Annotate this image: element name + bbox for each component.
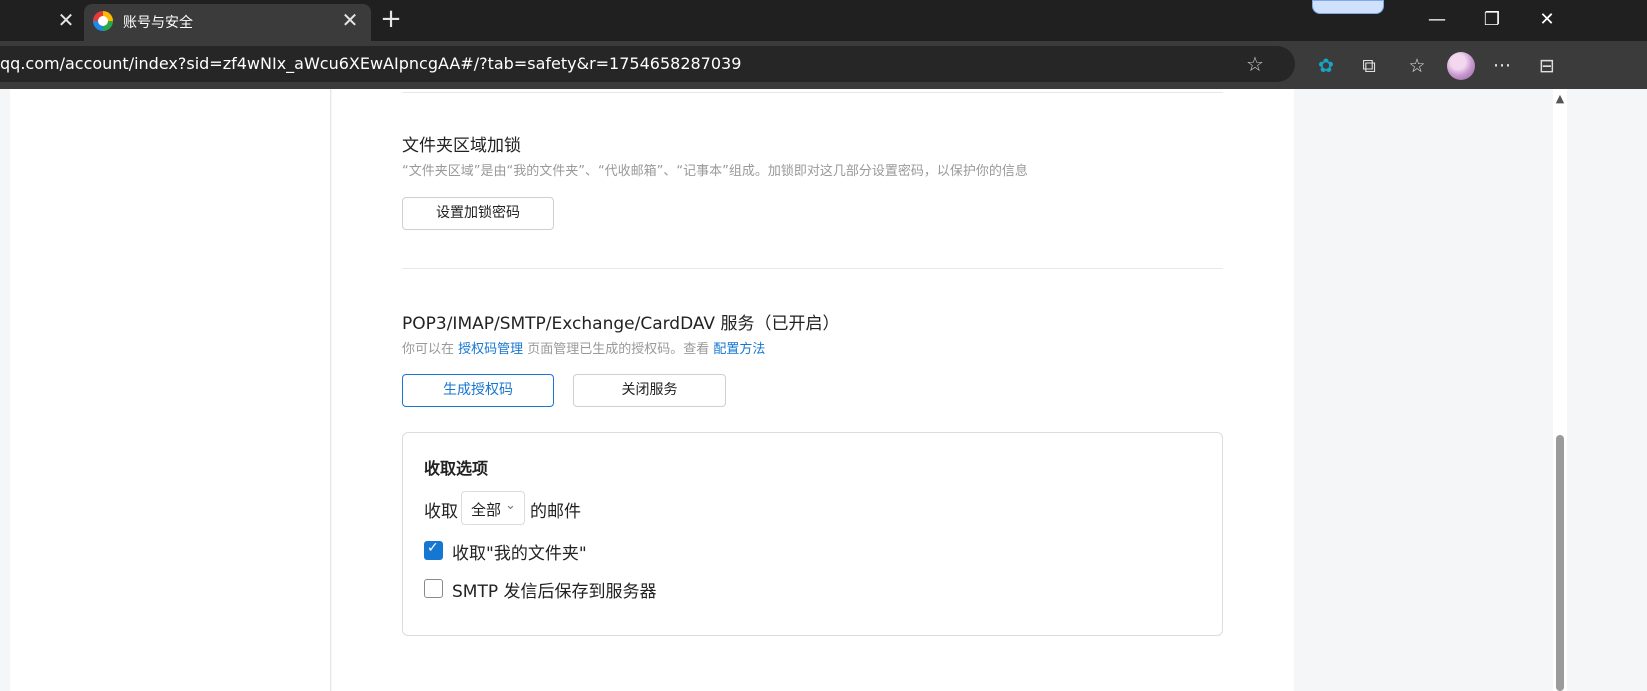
pop3-service-title: POP3/IMAP/SMTP/Exchange/CardDAV 服务（已开启） <box>402 314 840 334</box>
section-divider <box>402 268 1223 269</box>
receive-prefix-label: 收取 <box>424 502 458 522</box>
tab-close-icon[interactable]: ✕ <box>338 8 362 32</box>
active-tab[interactable]: 账号与安全 ✕ <box>84 4 371 41</box>
browser-toolbar: qq.com/account/index?sid=zf4wNIx_aWcu6XE… <box>0 41 1647 89</box>
set-lock-password-button[interactable]: 设置加锁密码 <box>402 197 554 230</box>
minimize-button[interactable]: — <box>1422 6 1452 34</box>
pop3-desc-prefix: 你可以在 <box>402 342 459 357</box>
profile-avatar[interactable] <box>1447 52 1475 80</box>
favorites-list-icon[interactable]: ☆ <box>1404 53 1430 79</box>
folder-lock-title: 文件夹区域加锁 <box>402 136 521 156</box>
previous-tab[interactable]: ✕ <box>0 0 84 41</box>
checkmark-icon: ✓ <box>427 540 439 556</box>
scrollbar-thumb[interactable] <box>1556 435 1564 691</box>
address-url[interactable]: qq.com/account/index?sid=zf4wNIx_aWcu6XE… <box>0 54 741 73</box>
left-navigation-area <box>10 89 331 691</box>
page-scrollbar[interactable]: ▲ <box>1553 89 1567 691</box>
address-bar[interactable]: qq.com/account/index?sid=zf4wNIx_aWcu6XE… <box>0 46 1295 82</box>
page-viewport: 文件夹区域加锁 “文件夹区域”是由“我的文件夹”、“代收邮箱”、“记事本”组成。… <box>0 89 1647 691</box>
close-service-button[interactable]: 关闭服务 <box>573 374 726 407</box>
auth-code-management-link[interactable]: 授权码管理 <box>458 342 523 357</box>
pop3-service-description: 你可以在 授权码管理 页面管理已生成的授权码。查看 配置方法 <box>402 338 765 357</box>
smtp-save-to-server-label[interactable]: SMTP 发信后保存到服务器 <box>452 577 657 602</box>
browser-settings-gear-icon[interactable]: ✿ <box>1313 53 1339 79</box>
browser-title-bar: ✕ 账号与安全 ✕ + — ❐ ✕ <box>0 0 1647 41</box>
new-tab-button[interactable]: + <box>377 6 405 34</box>
scroll-up-arrow-icon[interactable]: ▲ <box>1555 93 1565 104</box>
receive-scope-select[interactable]: 全部 ⌄ <box>461 491 525 525</box>
receive-options-title: 收取选项 <box>424 459 489 478</box>
section-divider <box>402 92 1223 93</box>
extensions-icon[interactable]: ⧉ <box>1356 53 1382 79</box>
top-notification-pill[interactable] <box>1312 0 1384 14</box>
qq-mail-favicon-icon <box>93 11 113 31</box>
receive-options-panel: 收取选项 收取 全部 ⌄ 的邮件 ✓ 收取"我的文件夹" SMTP 发信后保存到… <box>402 432 1223 636</box>
config-method-link[interactable]: 配置方法 <box>713 342 765 357</box>
tab-title: 账号与安全 <box>123 15 193 31</box>
restore-button[interactable]: ❐ <box>1477 6 1507 34</box>
close-window-button[interactable]: ✕ <box>1532 6 1562 34</box>
receive-my-folder-label[interactable]: 收取"我的文件夹" <box>452 539 587 564</box>
folder-lock-description: “文件夹区域”是由“我的文件夹”、“代收邮箱”、“记事本”组成。加锁即对这几部分… <box>402 164 1028 179</box>
account-security-content: 文件夹区域加锁 “文件夹区域”是由“我的文件夹”、“代收邮箱”、“记事本”组成。… <box>332 89 1294 691</box>
receive-scope-value: 全部 <box>471 501 502 519</box>
sidebar-toggle-icon[interactable]: ⊟ <box>1534 53 1560 79</box>
close-icon[interactable]: ✕ <box>54 8 78 32</box>
favorite-star-icon[interactable]: ☆ <box>1243 52 1267 76</box>
more-options-icon[interactable]: ··· <box>1489 53 1515 79</box>
receive-my-folder-checkbox[interactable]: ✓ <box>424 540 443 560</box>
receive-suffix-label: 的邮件 <box>530 502 581 522</box>
chevron-down-icon: ⌄ <box>505 498 516 513</box>
smtp-save-to-server-checkbox[interactable] <box>424 579 443 598</box>
pop3-desc-middle: 页面管理已生成的授权码。查看 <box>523 342 714 357</box>
generate-auth-code-button[interactable]: 生成授权码 <box>402 374 554 407</box>
